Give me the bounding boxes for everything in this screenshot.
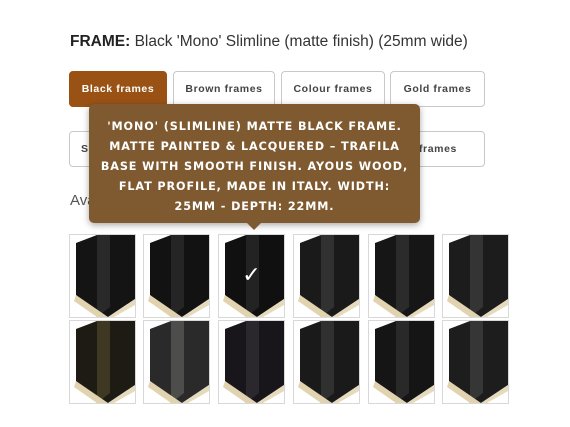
frame-moulding-image <box>373 321 434 403</box>
frame-swatch[interactable] <box>442 320 509 404</box>
frame-moulding-image <box>298 321 359 403</box>
frame-tooltip: 'MONO' (SLIMLINE) MATTE BLACK FRAME. MAT… <box>89 104 420 223</box>
frame-moulding-image <box>148 235 209 317</box>
frame-swatch[interactable] <box>69 234 136 318</box>
tab-brown-frames[interactable]: Brown frames <box>173 71 275 107</box>
tab-colour-frames[interactable]: Colour frames <box>281 71 385 107</box>
frame-heading: FRAME: Black 'Mono' Slimline (matte fini… <box>70 33 468 51</box>
tooltip-text: 'MONO' (SLIMLINE) MATTE BLACK FRAME. MAT… <box>100 120 409 213</box>
frame-swatch[interactable] <box>218 320 285 404</box>
frame-moulding-image <box>74 321 135 403</box>
frame-swatch[interactable] <box>368 320 435 404</box>
frame-moulding-image <box>447 235 508 317</box>
frame-swatch[interactable] <box>143 320 210 404</box>
frame-swatch[interactable] <box>143 234 210 318</box>
selected-check-icon: ✓ <box>242 263 261 288</box>
frame-swatch[interactable]: ✓ <box>218 234 285 318</box>
frame-swatch[interactable] <box>368 234 435 318</box>
frame-moulding-image <box>74 235 135 317</box>
frame-swatch[interactable] <box>442 234 509 318</box>
tab-gold-frames[interactable]: Gold frames <box>390 71 485 107</box>
frame-swatch[interactable] <box>293 320 360 404</box>
frame-moulding-image <box>223 321 284 403</box>
frame-moulding-image <box>298 235 359 317</box>
frame-swatch[interactable] <box>69 320 136 404</box>
tooltip-arrow <box>246 222 262 230</box>
frame-moulding-image <box>373 235 434 317</box>
tab-black-frames[interactable]: Black frames <box>69 71 167 107</box>
frame-moulding-image <box>148 321 209 403</box>
frame-name: Black 'Mono' Slimline (matte finish) (25… <box>134 33 468 50</box>
frame-swatch[interactable] <box>293 234 360 318</box>
frame-label: FRAME: <box>70 33 131 50</box>
frame-moulding-image <box>447 321 508 403</box>
